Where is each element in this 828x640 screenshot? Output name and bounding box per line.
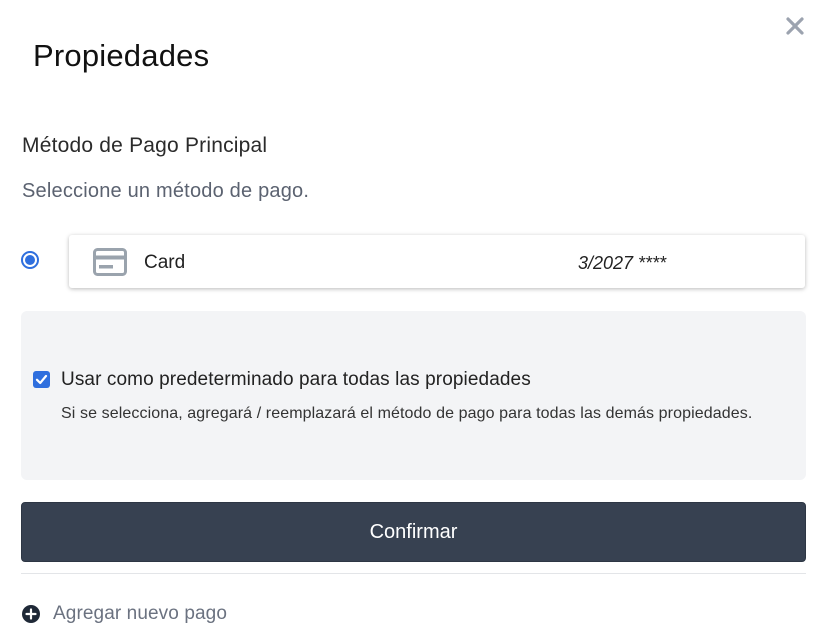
payment-method-label: Card <box>144 252 186 273</box>
payment-method-radio[interactable] <box>21 251 39 269</box>
default-option-description: Si se selecciona, agregará / reemplazará… <box>61 405 753 422</box>
add-new-payment-link[interactable]: Agregar nuevo pago <box>21 602 227 626</box>
payment-section-heading: Método de Pago Principal <box>22 134 268 157</box>
default-option-label: Usar como predeterminado para todas las … <box>61 369 531 390</box>
payment-method-option-card[interactable]: Card 3/2027 **** <box>69 235 805 288</box>
payment-section-subheading: Seleccione un método de pago. <box>22 180 310 202</box>
dialog-title: Propiedades <box>33 38 210 73</box>
close-button[interactable] <box>784 15 806 37</box>
credit-card-icon <box>93 248 127 276</box>
default-option-panel: Usar como predeterminado para todas las … <box>21 311 806 480</box>
divider <box>21 573 806 574</box>
confirm-button[interactable]: Confirmar <box>21 502 806 562</box>
payment-method-expiry: 3/2027 **** <box>578 253 667 273</box>
add-new-payment-label: Agregar nuevo pago <box>53 603 227 624</box>
close-icon <box>786 17 804 35</box>
plus-circle-icon <box>22 605 40 623</box>
checkmark-icon <box>35 374 48 385</box>
default-checkbox[interactable] <box>33 371 50 388</box>
